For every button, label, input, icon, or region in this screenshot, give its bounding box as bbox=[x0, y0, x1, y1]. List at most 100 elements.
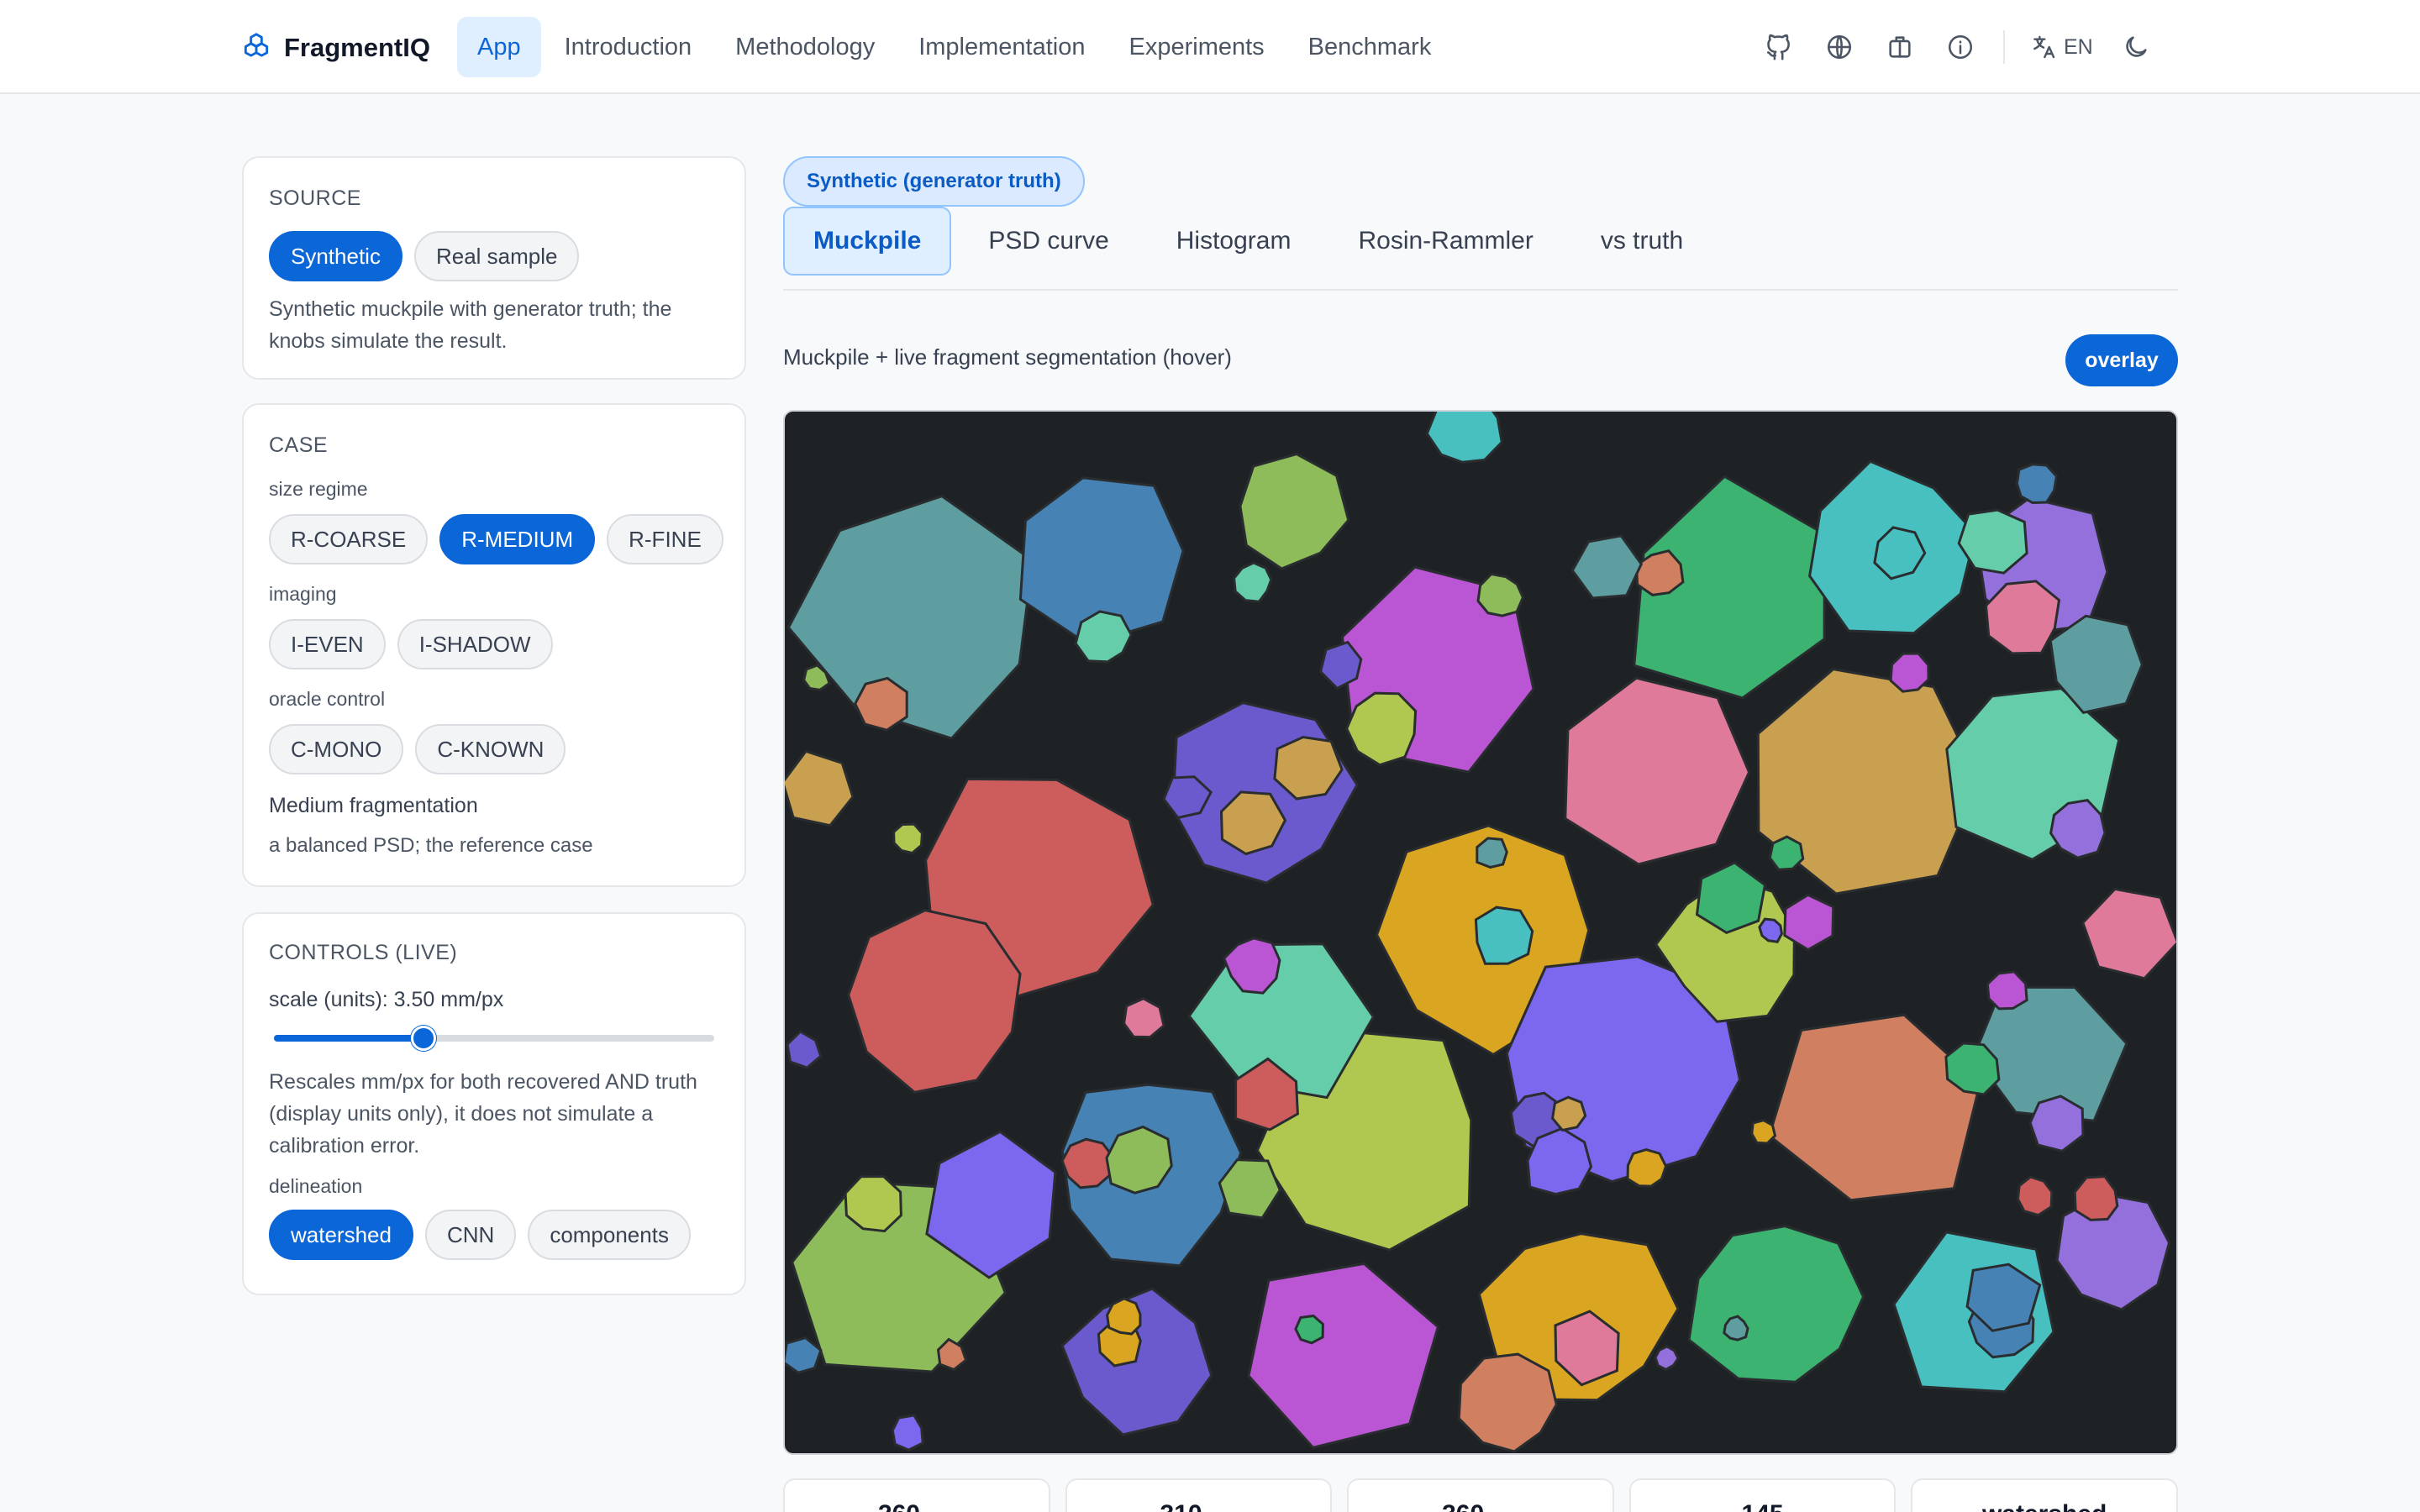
stat-card: watershed bbox=[1911, 1478, 2178, 1512]
delineation-options: watershed CNN components bbox=[269, 1210, 719, 1260]
source-title: SOURCE bbox=[269, 186, 361, 210]
moon-icon[interactable] bbox=[2118, 29, 2154, 65]
fragment-region[interactable] bbox=[1476, 572, 1525, 617]
fragment-region[interactable] bbox=[2081, 887, 2176, 980]
tab-rosin-rammler[interactable]: Rosin-Rammler bbox=[1328, 207, 1563, 276]
stats-row: 260 mm 310 mm 360 mm 145 watershed bbox=[783, 1478, 2178, 1512]
brand-name: FragmentIQ bbox=[284, 33, 430, 62]
size-regime-options: R-COARSE R-MEDIUM R-FINE bbox=[269, 514, 723, 564]
info-icon[interactable] bbox=[1943, 29, 1978, 65]
language-switch[interactable]: EN bbox=[2030, 34, 2093, 60]
cnn-button[interactable]: CNN bbox=[424, 1210, 517, 1260]
fragment-region[interactable] bbox=[786, 1030, 823, 1069]
source-real-sample-button[interactable]: Real sample bbox=[413, 231, 580, 281]
globe-icon[interactable] bbox=[1822, 29, 1857, 65]
r-medium-button[interactable]: R-MEDIUM bbox=[439, 514, 596, 564]
stat-value: 360 bbox=[1442, 1500, 1484, 1512]
size-regime-label: size regime bbox=[269, 478, 368, 500]
fragment-region[interactable] bbox=[891, 1414, 924, 1452]
nav-link-app[interactable]: App bbox=[457, 17, 541, 77]
source-synthetic-button[interactable]: Synthetic bbox=[269, 231, 402, 281]
i-shadow-button[interactable]: I-SHADOW bbox=[397, 619, 553, 669]
fragment-region[interactable] bbox=[1695, 861, 1767, 935]
fragment-region[interactable] bbox=[1457, 1352, 1558, 1453]
nav-links: App Introduction Methodology Implementat… bbox=[457, 17, 1451, 77]
nav-link-introduction[interactable]: Introduction bbox=[544, 17, 713, 77]
stat-card: 360 mm bbox=[1347, 1478, 1614, 1512]
fragment-region[interactable] bbox=[1474, 906, 1534, 965]
delineation-label: delineation bbox=[269, 1175, 363, 1197]
fragment-region[interactable] bbox=[1123, 997, 1165, 1039]
scale-slider[interactable] bbox=[269, 1026, 719, 1051]
nav-link-benchmark[interactable]: Benchmark bbox=[1288, 17, 1452, 77]
stat-value: watershed bbox=[1982, 1500, 2107, 1512]
nav-link-experiments[interactable]: Experiments bbox=[1109, 17, 1285, 77]
stat-card: 310 mm bbox=[1065, 1478, 1333, 1512]
fragment-region[interactable] bbox=[2015, 463, 2058, 505]
fragment-region[interactable] bbox=[1294, 1314, 1324, 1345]
controls-title: CONTROLS (LIVE) bbox=[269, 941, 458, 964]
fragment-region[interactable] bbox=[2016, 1175, 2054, 1217]
fragment-region[interactable] bbox=[1570, 534, 1644, 600]
nav-divider bbox=[2003, 30, 2005, 64]
watershed-button[interactable]: watershed bbox=[269, 1210, 413, 1260]
fragment-region[interactable] bbox=[1247, 1262, 1440, 1449]
fragment-region[interactable] bbox=[1239, 452, 1350, 570]
stat-unit: mm bbox=[1491, 1508, 1519, 1512]
briefcase-icon[interactable] bbox=[1882, 29, 1918, 65]
brand[interactable]: FragmentIQ bbox=[240, 29, 430, 67]
source-card: SOURCE Synthetic Real sample Synthetic m… bbox=[242, 156, 746, 380]
fragment-region[interactable] bbox=[1889, 652, 1930, 693]
fragment-region[interactable] bbox=[786, 494, 1034, 740]
c-known-button[interactable]: C-KNOWN bbox=[415, 724, 566, 774]
fragment-region[interactable] bbox=[785, 749, 855, 827]
case-description: a balanced PSD; the reference case bbox=[269, 834, 593, 857]
fragment-region[interactable] bbox=[1986, 970, 2028, 1011]
fragment-region[interactable] bbox=[1687, 1225, 1865, 1383]
fragment-region[interactable] bbox=[2028, 1095, 2085, 1152]
fragment-region[interactable] bbox=[2073, 1175, 2119, 1221]
fragment-region[interactable] bbox=[1106, 1297, 1142, 1336]
fragment-region[interactable] bbox=[1768, 835, 1805, 871]
fragment-region[interactable] bbox=[1767, 1013, 1982, 1202]
fragment-region[interactable] bbox=[1233, 561, 1273, 603]
fragment-region[interactable] bbox=[785, 1336, 823, 1374]
translate-icon bbox=[2033, 35, 2055, 59]
github-icon[interactable] bbox=[1761, 29, 1797, 65]
case-name: Medium fragmentation bbox=[269, 794, 478, 817]
fragment-region[interactable] bbox=[847, 909, 1022, 1095]
fragment-region[interactable] bbox=[1425, 412, 1503, 464]
slider-thumb[interactable] bbox=[411, 1026, 437, 1051]
stat-card: 260 mm bbox=[783, 1478, 1050, 1512]
fragment-region[interactable] bbox=[1654, 1345, 1680, 1371]
i-even-button[interactable]: I-EVEN bbox=[269, 619, 386, 669]
case-card: CASE size regime R-COARSE R-MEDIUM R-FIN… bbox=[242, 403, 746, 887]
top-navbar: FragmentIQ App Introduction Methodology … bbox=[0, 0, 2420, 94]
nav-link-methodology[interactable]: Methodology bbox=[715, 17, 895, 77]
source-description: Synthetic muckpile with generator truth;… bbox=[269, 297, 672, 353]
tab-muckpile[interactable]: Muckpile bbox=[783, 207, 952, 276]
fragment-region[interactable] bbox=[1564, 676, 1751, 866]
tab-psd-curve[interactable]: PSD curve bbox=[958, 207, 1139, 276]
viewer-caption: Muckpile + live fragment segmentation (h… bbox=[783, 344, 1232, 370]
tab-histogram[interactable]: Histogram bbox=[1146, 207, 1322, 276]
imaging-label: imaging bbox=[269, 583, 337, 605]
c-mono-button[interactable]: C-MONO bbox=[269, 724, 404, 774]
muckpile-viewer[interactable] bbox=[783, 410, 2178, 1455]
fragment-region[interactable] bbox=[1626, 1148, 1668, 1188]
components-button[interactable]: components bbox=[528, 1210, 691, 1260]
r-fine-button[interactable]: R-FINE bbox=[607, 514, 723, 564]
fragment-region[interactable] bbox=[1476, 837, 1508, 869]
r-coarse-button[interactable]: R-COARSE bbox=[269, 514, 429, 564]
oracle-options: C-MONO C-KNOWN bbox=[269, 724, 719, 774]
stat-unit: mm bbox=[1209, 1508, 1237, 1512]
tab-vs-truth[interactable]: vs truth bbox=[1570, 207, 1713, 276]
fragment-region[interactable] bbox=[1750, 1119, 1777, 1145]
stat-unit: mm bbox=[927, 1508, 955, 1512]
fragment-region[interactable] bbox=[892, 822, 924, 855]
segmentation-canvas[interactable] bbox=[785, 412, 2176, 1453]
nav-link-implementation[interactable]: Implementation bbox=[898, 17, 1105, 77]
source-badge: Synthetic (generator truth) bbox=[783, 156, 1085, 207]
controls-card: CONTROLS (LIVE) scale (units): 3.50 mm/p… bbox=[242, 912, 746, 1295]
overlay-toggle-button[interactable]: overlay bbox=[2065, 334, 2178, 386]
